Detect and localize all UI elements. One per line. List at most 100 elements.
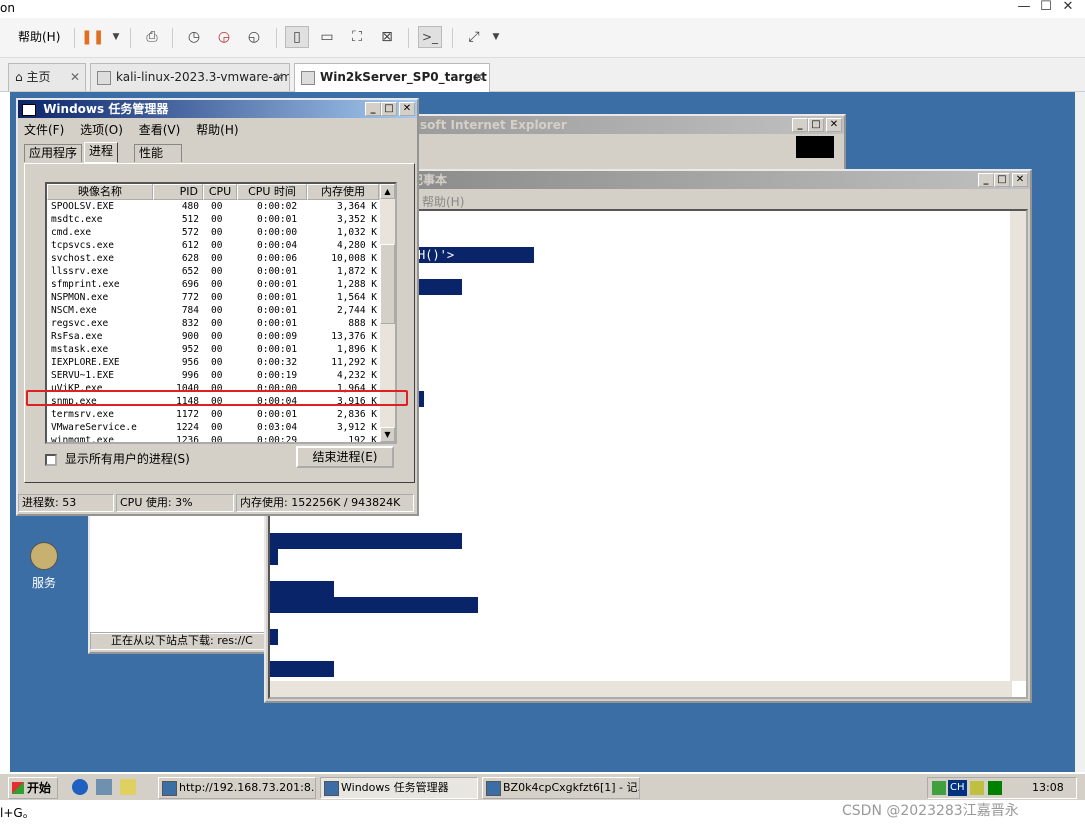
column-cpu[interactable]: CPU [203,184,237,200]
process-mem: 2,836 K [336,409,377,420]
process-name: SERVU~1.EXE [51,370,114,381]
show-all-processes[interactable]: 显示所有用户的进程(S) [45,450,190,467]
chevron-down-icon[interactable]: ▼ [104,26,128,48]
close-icon[interactable]: ✕ [1012,173,1028,187]
maximize-icon[interactable]: □ [994,173,1010,187]
network-icon[interactable] [932,781,946,795]
tab-win2k[interactable]: Win2kServer_SP0_target ✕ [294,63,490,93]
tab-home[interactable]: ⌂ 主页 ✕ [8,63,86,91]
process-row[interactable]: mstask.exe 952 00 0:00:01 1,896 K [47,343,395,356]
process-mem: 1,896 K [336,344,377,355]
host-scrollbar[interactable] [1075,92,1085,772]
process-pid: 1224 [176,422,199,433]
scroll-down-icon[interactable]: ▼ [380,427,395,442]
close-tab-icon[interactable]: ✕ [274,64,284,90]
snapshot-manager-icon[interactable]: ◵ [242,26,266,48]
scroll-up-icon[interactable]: ▲ [380,184,395,199]
maximize-icon[interactable]: □ [808,118,824,132]
process-row[interactable]: SPOOLSV.EXE 480 00 0:00:02 3,364 K [47,200,395,213]
process-mem: 888 K [348,318,377,329]
outlook-icon[interactable] [120,779,136,795]
start-button[interactable]: 开始 [8,777,58,799]
status-cpu-usage: CPU 使用: 3% [116,494,234,512]
snapshot-icon[interactable]: ◷ [182,26,206,48]
process-name: IEXPLORE.EXE [51,357,120,368]
process-time: 0:00:01 [257,279,298,290]
end-process-button[interactable]: 结束进程(E) [296,446,394,468]
process-row[interactable]: IEXPLORE.EXE 956 00 0:00:32 11,292 K [47,356,395,369]
task-manager-window[interactable]: Windows 任务管理器 _ □ ✕ 文件(F) 选项(O) 查看(V) 帮助(H… [16,98,419,516]
unity-icon[interactable]: ⊠ [375,26,399,48]
process-mem: 3,912 K [336,422,377,433]
process-row[interactable]: cmd.exe 572 00 0:00:00 1,032 K [47,226,395,239]
minimize-icon[interactable]: _ [978,173,994,187]
process-row[interactable]: llssrv.exe 652 00 0:00:01 1,872 K [47,265,395,278]
notepad-hscrollbar[interactable] [270,681,1012,697]
process-row[interactable]: NSCM.exe 784 00 0:00:01 2,744 K [47,304,395,317]
tray-icon[interactable] [970,781,984,795]
ie-icon[interactable] [72,779,88,795]
chevron-down-icon[interactable]: ▼ [484,26,508,48]
process-row[interactable]: VMwareService.e 1224 00 0:03:04 3,912 K [47,421,395,434]
checkbox[interactable] [45,453,57,466]
scroll-thumb[interactable] [380,244,395,324]
process-list-header: 映像名称 PID CPU CPU 时间 内存使用 [47,184,395,200]
process-row[interactable]: tcpsvcs.exe 612 00 0:00:04 4,280 K [47,239,395,252]
menu-options[interactable]: 选项(O) [80,123,123,137]
show-desktop-icon[interactable] [96,779,112,795]
column-mem-usage[interactable]: 内存使用 [307,184,379,200]
process-row[interactable]: msdtc.exe 512 00 0:00:01 3,352 K [47,213,395,226]
process-row[interactable]: SERVU~1.EXE 996 00 0:00:19 4,232 K [47,369,395,382]
stretch-icon[interactable]: ⤢ [462,26,486,48]
menu-help[interactable]: 帮助(H) [196,123,238,137]
library-view-icon[interactable]: ▯ [285,26,309,48]
menu-file[interactable]: 文件(F) [24,123,64,137]
console-icon[interactable]: >_ [418,26,442,48]
tab-kali[interactable]: kali-linux-2023.3-vmware-am... ✕ [90,63,290,91]
page-footer: l+G。 CSDN @2023283江嘉晋永 [0,800,1085,824]
close-button[interactable]: ✕ [1054,0,1082,16]
fullscreen-icon[interactable]: ⛶ [345,26,369,48]
process-row[interactable]: NSPMON.exe 772 00 0:00:01 1,564 K [47,291,395,304]
maximize-icon[interactable]: □ [381,102,397,116]
column-pid[interactable]: PID [153,184,203,200]
help-menu[interactable]: 帮助(H) [18,28,60,45]
minimize-icon[interactable]: _ [792,118,808,132]
taskbar-taskmgr[interactable]: Windows 任务管理器 [320,777,478,799]
process-row[interactable]: winmgmt.exe 1236 00 0:00:29 192 K [47,434,395,442]
notepad-vscrollbar[interactable] [1010,211,1026,681]
close-tab-icon[interactable]: ✕ [70,64,80,90]
close-tab-icon[interactable]: ✕ [474,64,484,90]
column-image-name[interactable]: 映像名称 [47,184,153,200]
toolbar-separator [452,28,453,48]
notepad-help-menu[interactable]: 帮助(H) [422,193,464,210]
taskbar-notepad[interactable]: BZ0k4cpCxgkfzt6[1] - 记... [482,777,640,799]
minimize-icon[interactable]: _ [365,102,381,116]
send-keys-icon[interactable]: ⎙ [140,26,164,48]
process-row[interactable]: regsvc.exe 832 00 0:00:01 888 K [47,317,395,330]
menu-view[interactable]: 查看(V) [139,123,181,137]
process-row[interactable]: RsFsa.exe 900 00 0:00:09 13,376 K [47,330,395,343]
guest-desktop: soft Internet Explorer _ □ ✕ 正在从以下站点下载: re… [10,92,1075,772]
desktop-icon-services[interactable]: 服务 [24,542,64,591]
process-mem: 1,564 K [336,292,377,303]
selection-block [270,597,478,613]
selection-block [270,629,278,645]
thumbnail-view-icon[interactable]: ▭ [315,26,339,48]
tab-applications[interactable]: 应用程序 [24,144,83,162]
language-indicator[interactable]: CH [948,780,967,796]
tray-icon[interactable] [988,781,1002,795]
process-row[interactable]: svchost.exe 628 00 0:00:06 10,008 K [47,252,395,265]
close-icon[interactable]: ✕ [399,102,415,116]
process-row[interactable]: sfmprint.exe 696 00 0:00:01 1,288 K [47,278,395,291]
revert-snapshot-icon[interactable]: ◶ [212,26,236,48]
gear-icon [30,542,58,570]
taskbar-ie[interactable]: http://192.168.73.201:8... [158,777,316,799]
close-icon[interactable]: ✕ [826,118,842,132]
tab-processes[interactable]: 进程 [84,142,119,163]
column-cpu-time[interactable]: CPU 时间 [237,184,307,200]
process-name: svchost.exe [51,253,114,264]
process-row[interactable]: termsrv.exe 1172 00 0:00:01 2,836 K [47,408,395,421]
pause-icon[interactable]: ❚❚ [80,26,104,48]
tab-performance[interactable]: 性能 [134,144,182,162]
